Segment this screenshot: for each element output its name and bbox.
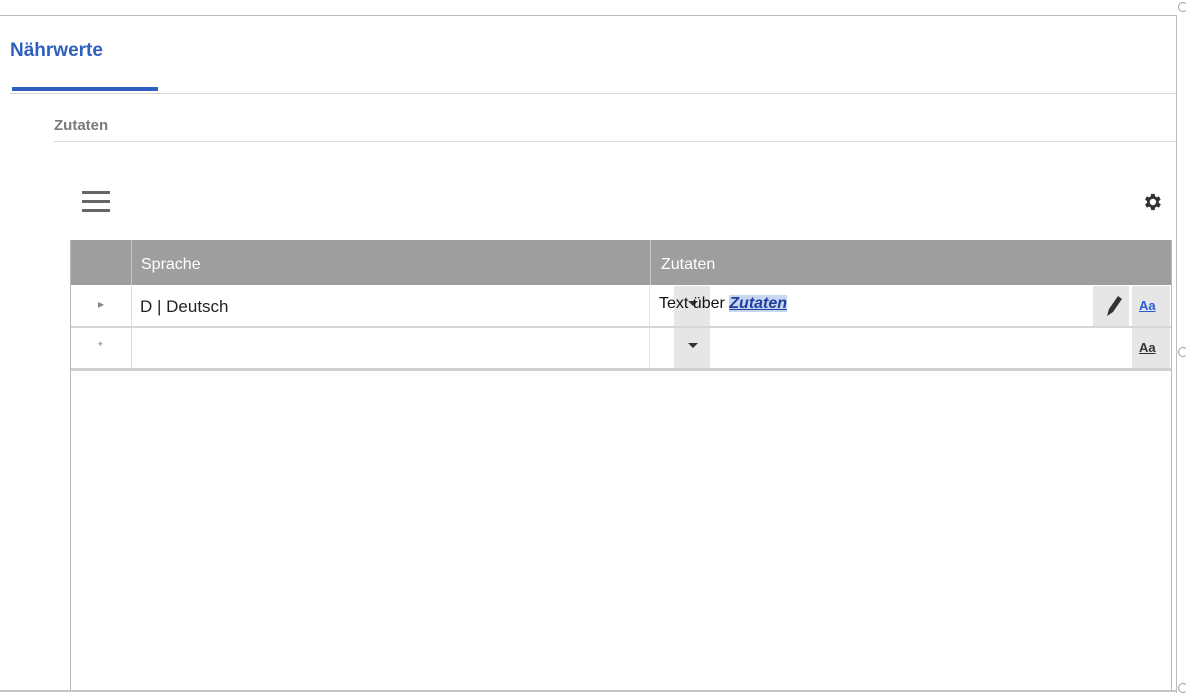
- ingredients-grid: Sprache Zutaten ▸ D | Deutsch Text über …: [70, 240, 1172, 690]
- hamburger-menu-icon[interactable]: [82, 190, 110, 214]
- ingredients-cell[interactable]: Text über Zutaten Aa: [651, 286, 1171, 326]
- resize-handle-bottom[interactable]: [1178, 683, 1186, 693]
- table-row[interactable]: ▸ D | Deutsch Text über Zutaten Aa: [71, 286, 1171, 328]
- text-format-icon: Aa: [1139, 340, 1156, 355]
- table-row-new[interactable]: * Aa: [71, 328, 1171, 371]
- pencil-icon: [1107, 296, 1122, 316]
- resize-handle-top[interactable]: [1178, 2, 1186, 12]
- resize-handle-middle[interactable]: [1178, 347, 1186, 357]
- edit-text-button[interactable]: [1093, 286, 1129, 326]
- tab-naehrwerte-label: Nährwerte: [10, 40, 103, 61]
- language-value: D | Deutsch: [140, 297, 229, 316]
- column-header-zutaten[interactable]: Zutaten: [661, 256, 715, 274]
- row-selector[interactable]: ▸: [71, 286, 132, 326]
- language-cell[interactable]: [132, 328, 710, 368]
- ingredients-text: Text über Zutaten: [659, 295, 788, 313]
- ingredients-prefix: Text über: [659, 295, 730, 312]
- gear-icon[interactable]: [1141, 191, 1163, 213]
- panel-right-border: [1176, 15, 1177, 693]
- tab-bar-divider: [10, 93, 1176, 94]
- text-format-icon: Aa: [1139, 298, 1156, 313]
- ingredients-cell[interactable]: Aa: [651, 328, 1171, 368]
- text-format-button[interactable]: Aa: [1132, 286, 1170, 326]
- subtab-zutaten-label: Zutaten: [54, 117, 109, 134]
- active-tab-indicator: [12, 87, 158, 91]
- tab-naehrwerte[interactable]: Nährwerte: [10, 40, 158, 91]
- row-selector[interactable]: *: [71, 328, 132, 368]
- panel-bottom-border: [0, 690, 1176, 692]
- header-separator: [131, 240, 132, 285]
- column-header-sprache[interactable]: Sprache: [141, 256, 201, 274]
- text-format-button[interactable]: Aa: [1132, 328, 1170, 368]
- language-cell[interactable]: D | Deutsch: [132, 286, 710, 326]
- subtab-zutaten[interactable]: Zutaten: [54, 117, 108, 134]
- ingredients-link[interactable]: Zutaten: [729, 295, 788, 312]
- row-pointer-icon: ▸: [98, 297, 105, 311]
- grid-header: Sprache Zutaten: [71, 240, 1171, 285]
- new-row-marker-icon: *: [98, 339, 103, 353]
- header-separator: [650, 240, 651, 285]
- panel-top-border: [0, 15, 1176, 16]
- subtab-divider: [54, 141, 1176, 142]
